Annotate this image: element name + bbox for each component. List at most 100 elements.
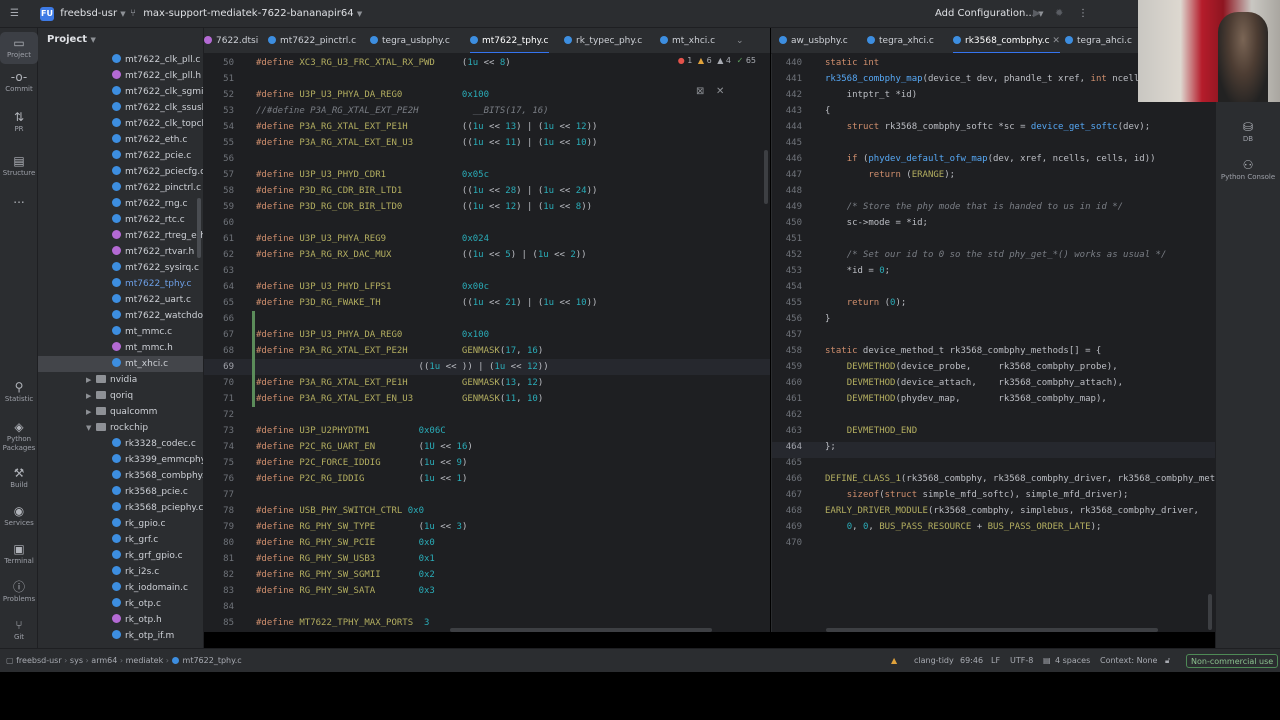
tree-file[interactable]: mt7622_clk_sgmiis.c bbox=[38, 84, 203, 100]
code-line[interactable]: #define P2C_RG_IDDIG (1u << 1) bbox=[256, 471, 467, 487]
vcs-change-marker[interactable] bbox=[252, 311, 255, 407]
code-line[interactable]: static device_method_t rk3568_combphy_me… bbox=[825, 343, 1101, 359]
editor-tab[interactable]: rk_typec_phy.c bbox=[564, 28, 642, 53]
breadcrumb-item[interactable]: sys bbox=[70, 656, 83, 665]
close-hint-icon[interactable]: ✕ bbox=[716, 86, 724, 97]
code-line[interactable]: return (ERANGE); bbox=[825, 167, 955, 183]
code-line[interactable]: #define RG_PHY_SW_USB3 0x1 bbox=[256, 551, 435, 567]
debug-icon[interactable]: ✹ bbox=[1055, 6, 1063, 22]
code-line[interactable]: DEVMETHOD(device_probe, rk3568_combphy_p… bbox=[825, 359, 1118, 375]
python-console-tool[interactable]: ⚇ Python Console bbox=[1216, 158, 1280, 182]
code-line[interactable]: #define MT7622_TPHY_MAX_PORTS 3 bbox=[256, 615, 429, 631]
code-line[interactable]: /* Set our id to 0 so the std phy_get_*(… bbox=[825, 247, 1167, 263]
code-line[interactable]: return (0); bbox=[825, 295, 907, 311]
tree-file[interactable]: mt7622_pciecfg.c bbox=[38, 164, 203, 180]
tree-folder[interactable]: ▼ rockchip bbox=[38, 420, 203, 436]
tree-file[interactable]: rk3568_pciephy.c bbox=[38, 500, 203, 516]
tree-folder[interactable]: ▶ qoriq bbox=[38, 388, 203, 404]
tree-file[interactable]: rk_iodomain.c bbox=[38, 580, 203, 596]
tree-file[interactable]: rk_grf_gpio.c bbox=[38, 548, 203, 564]
tree-file[interactable]: mt_mmc.c bbox=[38, 324, 203, 340]
problems-tool[interactable]: ⓘ Problems bbox=[0, 580, 38, 604]
code-line[interactable]: #define RG_PHY_SW_TYPE (1u << 3) bbox=[256, 519, 467, 535]
code-line[interactable]: #define P3A_RG_XTAL_EXT_PE1H GENMASK(13,… bbox=[256, 375, 543, 391]
tree-file[interactable]: mt7622_pcie.c bbox=[38, 148, 203, 164]
horizontal-scrollbar[interactable] bbox=[826, 628, 1158, 632]
left-code-editor[interactable]: 50 51 52 53 54 55 56 57 58 59 60 61 62 63 64 65 66 67 68 69… bbox=[204, 54, 770, 632]
database-tool[interactable]: ⛁ DB bbox=[1216, 120, 1280, 144]
editor-tab[interactable]: mt7622_tphy.c bbox=[470, 28, 549, 53]
tree-file[interactable]: mt7622_tphy.c bbox=[38, 276, 203, 292]
tree-file[interactable]: mt7622_clk_topckgen bbox=[38, 116, 203, 132]
indent-setting[interactable]: 4 spaces bbox=[1055, 654, 1090, 668]
run-icon[interactable]: ▶ bbox=[1033, 6, 1041, 22]
code-line[interactable]: DEFINE_CLASS_1(rk3568_combphy, rk3568_co… bbox=[825, 471, 1215, 487]
code-line[interactable]: #define P3D_RG_FWAKE_TH ((1u << 21) | (1… bbox=[256, 295, 597, 311]
reader-mode-icon[interactable]: ⊠ bbox=[696, 86, 704, 97]
linter-widget[interactable]: clang-tidy bbox=[914, 654, 954, 668]
code-line[interactable]: #define RG_PHY_SW_PCIE 0x0 bbox=[256, 535, 435, 551]
vertical-scrollbar[interactable] bbox=[1208, 594, 1212, 630]
code-line[interactable]: #define P3D_RG_CDR_BIR_LTD0 ((1u << 12) … bbox=[256, 199, 592, 215]
code-line[interactable]: sizeof(struct simple_mfd_softc), simple_… bbox=[825, 487, 1129, 503]
code-line[interactable]: #define U3P_U3_PHYD_CDR1 0x05c bbox=[256, 167, 489, 183]
build-tool[interactable]: ⚒ Build bbox=[0, 466, 38, 490]
tree-file[interactable]: rk_otp.h bbox=[38, 612, 203, 628]
editor-tab[interactable]: mt_xhci.c bbox=[660, 28, 715, 53]
close-icon[interactable]: ✕ bbox=[1050, 36, 1060, 46]
horizontal-scrollbar[interactable] bbox=[450, 628, 712, 632]
tree-file[interactable]: rk_otp_if.m bbox=[38, 628, 203, 644]
code-line[interactable]: *id = 0; bbox=[825, 263, 890, 279]
tree-file[interactable]: mt7622_rtvar.h bbox=[38, 244, 203, 260]
breadcrumb-item[interactable]: arm64 bbox=[91, 656, 117, 665]
caret-position[interactable]: 69:46 bbox=[960, 654, 983, 668]
tree-folder[interactable]: ▶ qualcomm bbox=[38, 404, 203, 420]
breadcrumb-item[interactable]: mediatek bbox=[126, 656, 164, 665]
warning-icon[interactable]: ▲ bbox=[891, 654, 897, 668]
code-line[interactable]: #define USB_PHY_SWITCH_CTRL 0x0 bbox=[256, 503, 424, 519]
code-line[interactable]: #define P3A_RG_XTAL_EXT_PE2H GENMASK(17,… bbox=[256, 343, 543, 359]
code-line[interactable]: DEVMETHOD(phydev_map, rk3568_combphy_map… bbox=[825, 391, 1107, 407]
lock-icon[interactable]: 🔓︎ bbox=[1165, 654, 1170, 668]
more-tools[interactable]: ... bbox=[0, 192, 38, 206]
code-line[interactable]: #define P3A_RG_RX_DAC_MUX ((1u << 5) | (… bbox=[256, 247, 587, 263]
code-line[interactable]: } bbox=[825, 311, 830, 327]
project-tool[interactable]: ▭ Project bbox=[0, 32, 38, 64]
code-line[interactable]: #define P2C_RG_UART_EN (1U << 16) bbox=[256, 439, 473, 455]
commit-tool[interactable]: -o- Commit bbox=[0, 70, 38, 94]
git-tool[interactable]: ⑂ Git bbox=[0, 618, 38, 642]
tree-file[interactable]: mt7622_rtreg_eth.h bbox=[38, 228, 203, 244]
breadcrumb-item[interactable]: mt7622_tphy.c bbox=[183, 656, 242, 665]
tree-file[interactable]: mt_xhci.c bbox=[38, 356, 203, 372]
code-line[interactable]: ((1u << )) | (1u << 12)) bbox=[256, 359, 549, 375]
project-panel-header[interactable]: Project ▼ bbox=[38, 28, 203, 52]
tree-file[interactable]: rk_i2s.c bbox=[38, 564, 203, 580]
editor-tab[interactable]: mt7622_pinctrl.c bbox=[268, 28, 356, 53]
code-line[interactable]: rk3568_combphy_map(device_t dev, phandle… bbox=[825, 71, 1150, 87]
license-badge[interactable]: Non-commercial use bbox=[1186, 654, 1279, 668]
chevron-right-icon[interactable]: ▶ bbox=[86, 404, 96, 420]
code-line[interactable]: }; bbox=[825, 439, 836, 455]
tree-file[interactable]: mt7622_clk_ssusbsys bbox=[38, 100, 203, 116]
tree-file[interactable]: rk_otp.c bbox=[38, 596, 203, 612]
tree-file[interactable]: mt7622_eth.c bbox=[38, 132, 203, 148]
editor-tab[interactable]: 7622.dtsi bbox=[204, 28, 258, 53]
editor-tab[interactable]: tegra_ahci.c bbox=[1065, 28, 1132, 53]
branch-switcher[interactable]: ⑂ max-support-mediatek-7622-bananapir64 … bbox=[130, 6, 362, 22]
file-encoding[interactable]: UTF-8 bbox=[1010, 654, 1033, 668]
tree-file[interactable]: mt7622_rng.c bbox=[38, 196, 203, 212]
code-line[interactable]: intptr_t *id) bbox=[825, 87, 917, 103]
project-switcher[interactable]: FU freebsd-usr ▼ bbox=[40, 6, 126, 22]
code-line[interactable]: //#define P3A_RG_XTAL_EXT_PE2H __BITS(17… bbox=[256, 103, 549, 119]
code-line[interactable]: #define RG_PHY_SW_SGMII 0x2 bbox=[256, 567, 435, 583]
inspection-widget[interactable]: ● 1 ▲ 6 ▲ 4 ✓ 65 bbox=[678, 56, 756, 65]
code-line[interactable]: struct rk3568_combphy_softc *sc = device… bbox=[825, 119, 1150, 135]
pull-requests-tool[interactable]: ⇅ PR bbox=[0, 110, 38, 134]
services-tool[interactable]: ◉ Services bbox=[0, 504, 38, 528]
code-line[interactable]: #define U3P_U2PHYDTM1 0x06C bbox=[256, 423, 446, 439]
code-line[interactable]: static int bbox=[825, 55, 879, 71]
code-line[interactable]: #define P3A_RG_XTAL_EXT_PE1H ((1u << 13)… bbox=[256, 119, 597, 135]
tree-file[interactable]: rk3399_emmcphy.c bbox=[38, 452, 203, 468]
tree-file[interactable]: mt7622_clk_pll.h bbox=[38, 68, 203, 84]
code-line[interactable]: #define P2C_FORCE_IDDIG (1u << 9) bbox=[256, 455, 467, 471]
